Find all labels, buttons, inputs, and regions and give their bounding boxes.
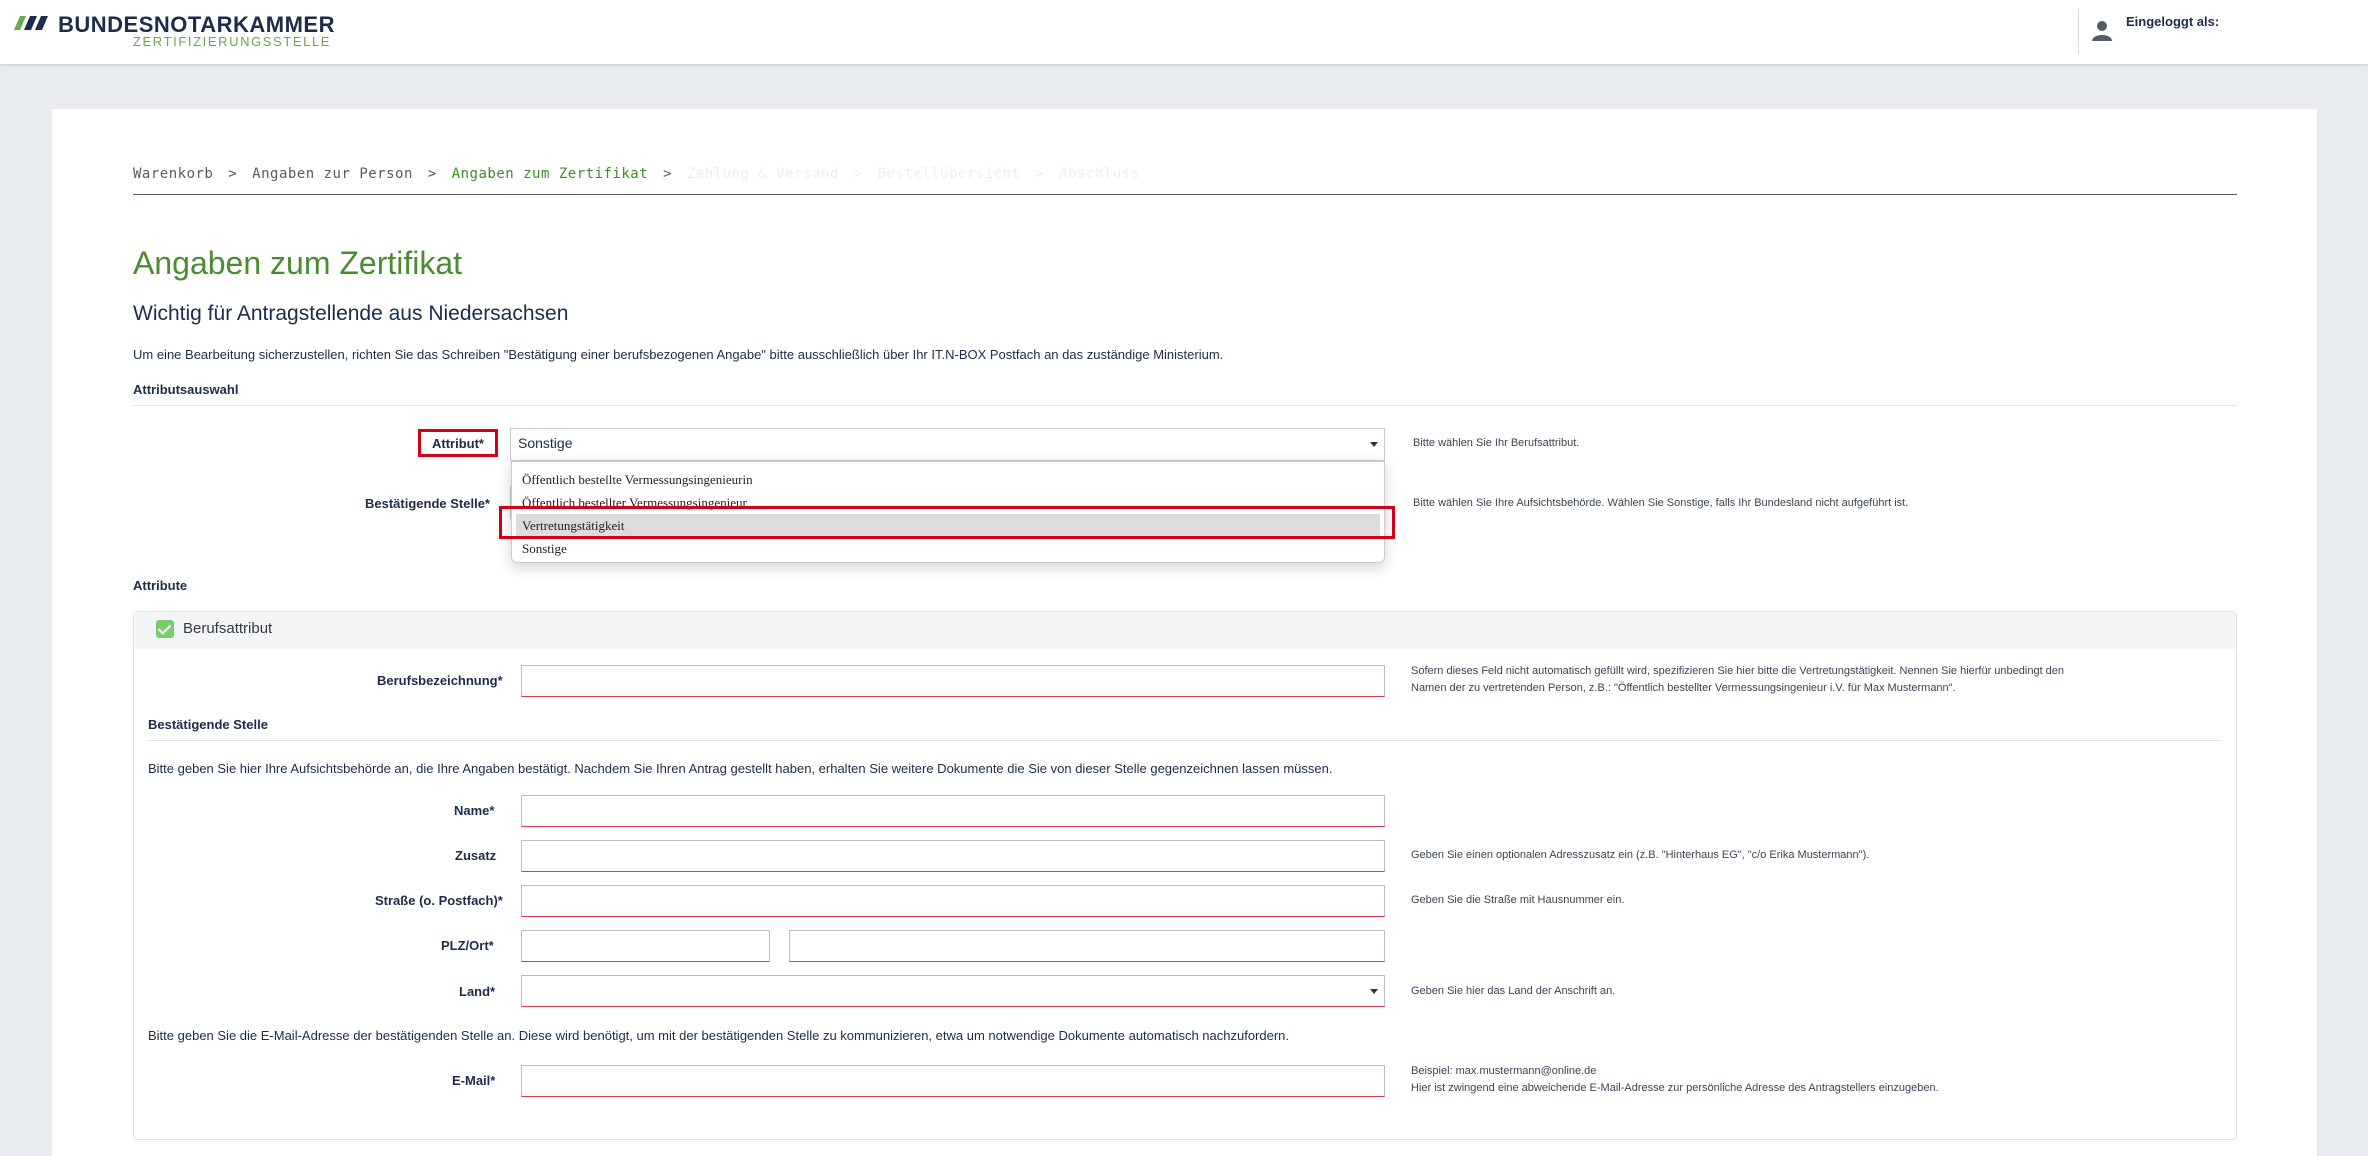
strasse-hint: Geben Sie die Straße mit Hausnummer ein. bbox=[1411, 894, 1625, 906]
strasse-input[interactable] bbox=[521, 885, 1385, 917]
brand-subtitle: ZERTIFIZIERUNGSSTELLE bbox=[133, 34, 332, 49]
email-label: E-Mail* bbox=[452, 1073, 496, 1088]
breadcrumb: Warenkorb > Angaben zur Person > Angaben… bbox=[133, 166, 1146, 182]
logged-in-label[interactable]: Eingeloggt als: bbox=[2126, 14, 2219, 29]
section-heading-stelle: Bestätigende Stelle bbox=[148, 717, 268, 732]
attribut-select[interactable]: Sonstige bbox=[510, 428, 1385, 461]
breadcrumb-separator: > bbox=[853, 166, 863, 182]
breadcrumb-step-zahlung: Zahlung & Versand bbox=[686, 166, 839, 182]
user-icon[interactable] bbox=[2090, 18, 2114, 42]
breadcrumb-step-uebersicht: Bestellübersicht bbox=[877, 166, 1021, 182]
land-hint: Geben Sie hier das Land der Anschrift an… bbox=[1411, 985, 1616, 997]
intro-text: Um eine Bearbeitung sicherzustellen, ric… bbox=[133, 347, 1224, 362]
chevron-down-icon bbox=[1370, 442, 1378, 447]
strasse-label: Straße (o. Postfach)* bbox=[375, 893, 503, 908]
land-label: Land* bbox=[459, 984, 496, 999]
bestaetigende-stelle-label: Bestätigende Stelle* bbox=[365, 496, 490, 511]
ort-input[interactable] bbox=[789, 930, 1385, 962]
name-label: Name* bbox=[454, 803, 495, 818]
panel-title: Berufsattribut bbox=[183, 620, 273, 637]
checkbox-checked-icon[interactable] bbox=[156, 620, 174, 638]
header-divider bbox=[2078, 8, 2079, 54]
email-intro: Bitte geben Sie die E-Mail-Adresse der b… bbox=[148, 1028, 1290, 1043]
section-divider bbox=[133, 405, 2237, 406]
logo-stripes-icon bbox=[14, 16, 48, 30]
email-hint-line2: Hier ist zwingend eine abweichende E-Mai… bbox=[1411, 1082, 1939, 1094]
section-divider bbox=[148, 740, 2221, 741]
name-input[interactable] bbox=[521, 795, 1385, 827]
berufsbezeichnung-hint-line1: Sofern dieses Feld nicht automatisch gef… bbox=[1411, 665, 2065, 677]
breadcrumb-step-person[interactable]: Angaben zur Person bbox=[252, 166, 413, 182]
email-hint-line1: Beispiel: max.mustermann@online.de bbox=[1411, 1065, 1597, 1077]
dropdown-option[interactable]: Öffentlich bestellte Vermessungsingenieu… bbox=[512, 468, 1384, 491]
breadcrumb-separator: > bbox=[427, 166, 437, 182]
breadcrumb-step-warenkorb[interactable]: Warenkorb bbox=[133, 166, 213, 182]
berufsbezeichnung-hint-line2: Namen der zu vertretenden Person, z.B.: … bbox=[1411, 682, 1956, 694]
breadcrumb-separator: > bbox=[663, 166, 673, 182]
highlight-frame-option bbox=[499, 506, 1395, 539]
stelle-intro: Bitte geben Sie hier Ihre Aufsichtsbehör… bbox=[148, 761, 1333, 776]
email-input[interactable] bbox=[521, 1065, 1385, 1097]
page-title: Angaben zum Zertifikat bbox=[133, 245, 463, 281]
attribut-selected-value: Sonstige bbox=[518, 435, 573, 451]
berufsbezeichnung-label: Berufsbezeichnung* bbox=[377, 673, 503, 688]
section-heading-attributsauswahl: Attributsauswahl bbox=[133, 382, 239, 397]
plz-input[interactable] bbox=[521, 930, 770, 962]
dropdown-option[interactable]: Sonstige bbox=[512, 537, 1384, 560]
berufsattribut-panel-header bbox=[134, 612, 2236, 649]
breadcrumb-step-abschluss: Abschluss bbox=[1059, 166, 1140, 182]
breadcrumb-underline bbox=[133, 194, 2237, 195]
zusatz-hint: Geben Sie einen optionalen Adresszusatz … bbox=[1411, 849, 1870, 861]
top-bar: BUNDESNOTARKAMMER ZERTIFIZIERUNGSSTELLE … bbox=[0, 0, 2368, 64]
berufsbezeichnung-input[interactable] bbox=[521, 665, 1385, 697]
attribut-hint: Bitte wählen Sie Ihr Berufsattribut. bbox=[1413, 437, 1580, 449]
page-subtitle: Wichtig für Antragstellende aus Niedersa… bbox=[133, 302, 569, 325]
breadcrumb-step-zertifikat: Angaben zum Zertifikat bbox=[451, 166, 649, 182]
zusatz-label: Zusatz bbox=[455, 848, 497, 863]
zusatz-input[interactable] bbox=[521, 840, 1385, 872]
breadcrumb-separator: > bbox=[1035, 166, 1045, 182]
plz-ort-label: PLZ/Ort* bbox=[441, 938, 494, 953]
chevron-down-icon bbox=[1370, 989, 1378, 994]
section-heading-attribute: Attribute bbox=[133, 578, 188, 593]
bestaetigende-stelle-hint: Bitte wählen Sie Ihre Aufsichtsbehörde. … bbox=[1413, 497, 1909, 509]
breadcrumb-separator: > bbox=[228, 166, 238, 182]
land-select[interactable] bbox=[521, 975, 1385, 1007]
highlight-frame-attribut-label bbox=[418, 429, 498, 457]
